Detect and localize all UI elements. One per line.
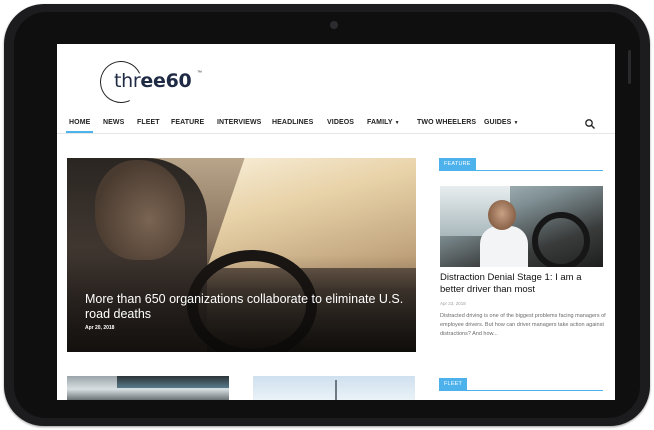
feature-image-shirt bbox=[480, 226, 528, 267]
feature-article-excerpt: Distracted driving is one of the biggest… bbox=[440, 313, 606, 337]
power-button bbox=[628, 50, 631, 84]
logo-trademark: ™ bbox=[197, 70, 202, 76]
nav-item-fleet[interactable]: FLEET bbox=[137, 119, 160, 126]
article-thumbnail[interactable] bbox=[67, 376, 229, 400]
feature-block-tag[interactable]: FEATURE bbox=[439, 158, 476, 170]
logo-wordmark: three60 bbox=[114, 70, 192, 92]
nav-item-family[interactable]: FAMILY ▼ bbox=[367, 119, 400, 126]
feature-image-driver bbox=[488, 200, 516, 230]
hero-image-overlay bbox=[67, 158, 416, 352]
thumbnail-pole bbox=[335, 380, 337, 400]
main-nav: HOME NEWS FLEET FEATURE INTERVIEWS HEADL… bbox=[57, 114, 615, 134]
feature-article-image[interactable] bbox=[440, 186, 603, 267]
fleet-block-divider bbox=[439, 390, 603, 391]
nav-item-guides-label: GUIDES bbox=[484, 119, 512, 126]
feature-article-title[interactable]: Distraction Denial Stage 1: I am a bette… bbox=[440, 272, 606, 296]
article-thumbnail[interactable] bbox=[253, 376, 415, 400]
nav-item-interviews[interactable]: INTERVIEWS bbox=[217, 119, 261, 126]
nav-item-feature[interactable]: FEATURE bbox=[171, 119, 204, 126]
camera-icon bbox=[330, 21, 338, 29]
tablet-device: three60 ™ HOME NEWS FLEET FEATURE INTERV… bbox=[4, 4, 650, 426]
fleet-block-tag[interactable]: FLEET bbox=[439, 378, 468, 390]
nav-item-two-wheelers[interactable]: TWO WHEELERS bbox=[417, 119, 476, 126]
website-screen: three60 ™ HOME NEWS FLEET FEATURE INTERV… bbox=[57, 44, 615, 400]
site-logo[interactable]: three60 ™ bbox=[94, 55, 210, 109]
hero-article[interactable]: More than 650 organizations collaborate … bbox=[67, 158, 416, 352]
nav-item-home[interactable]: HOME bbox=[65, 119, 94, 133]
hero-title[interactable]: More than 650 organizations collaborate … bbox=[85, 292, 405, 322]
thumbnail-car-roof bbox=[117, 376, 229, 388]
feature-article-date: Apr 23, 2018 bbox=[440, 301, 466, 306]
feature-block-divider bbox=[439, 170, 603, 171]
nav-item-news[interactable]: NEWS bbox=[103, 119, 124, 126]
hero-date: Apr 20, 2018 bbox=[85, 325, 115, 331]
nav-item-headlines[interactable]: HEADLINES bbox=[272, 119, 313, 126]
feature-image-steering-wheel bbox=[532, 212, 590, 267]
nav-item-guides[interactable]: GUIDES ▼ bbox=[484, 119, 519, 126]
search-icon[interactable] bbox=[584, 118, 596, 130]
chevron-down-icon: ▼ bbox=[394, 120, 400, 126]
chevron-down-icon: ▼ bbox=[513, 120, 519, 126]
nav-item-videos[interactable]: VIDEOS bbox=[327, 119, 354, 126]
nav-item-family-label: FAMILY bbox=[367, 119, 393, 126]
